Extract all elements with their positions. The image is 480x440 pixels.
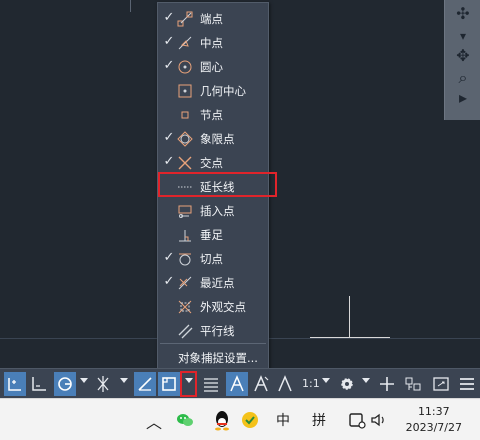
check-icon: ✓ — [163, 154, 175, 169]
snap-menu-item[interactable]: ✓ 象限点 — [158, 127, 270, 151]
windows-taskbar: ︿ 中 拼 11:37 2023/7/27 — [0, 398, 480, 440]
fullscreen-button[interactable] — [430, 372, 452, 396]
insertion-icon — [177, 203, 193, 219]
check-icon — [162, 298, 176, 314]
show-hidden-icons-chevron[interactable]: ︿ — [146, 409, 162, 433]
object-snap-button[interactable] — [158, 372, 180, 396]
snap-menu-item[interactable]: 外观交点 — [158, 295, 270, 319]
intersection-icon — [177, 155, 193, 171]
check-icon: ✓ — [163, 34, 175, 49]
snap-menu-item[interactable]: 几何中心 — [158, 79, 270, 103]
annotation-monitor-button[interactable] — [226, 372, 248, 396]
highlight-extension-item — [158, 172, 277, 197]
model-grid-button[interactable] — [4, 372, 26, 396]
snap-menu-item-label: 垂足 — [200, 228, 223, 242]
annotation-plus-button[interactable] — [376, 372, 398, 396]
security-app-icon[interactable] — [240, 410, 260, 430]
ime-pinyin-indicator[interactable]: 拼 — [312, 410, 326, 430]
zoom-icon[interactable]: ⌕ — [452, 68, 474, 88]
clock-time: 11:37 — [417, 405, 450, 418]
snap-menu-item[interactable]: 节点 — [158, 103, 270, 127]
isometric-button[interactable] — [92, 372, 114, 396]
center-icon — [177, 59, 193, 75]
snap-menu-item-label: 最近点 — [200, 276, 235, 290]
snap-menu-item[interactable]: 平行线 — [158, 319, 270, 343]
compass-icon[interactable]: ✣ — [452, 4, 474, 24]
snap-menu-item-label: 中点 — [200, 36, 223, 50]
workspace-button[interactable] — [336, 372, 358, 396]
snap-menu-item[interactable]: ✓ 切点 — [158, 247, 270, 271]
parallel-icon — [177, 323, 193, 339]
volume-icon[interactable] — [370, 412, 388, 428]
snap-menu-item-label: 切点 — [200, 252, 223, 266]
snap-menu-item-label: 平行线 — [200, 324, 235, 338]
isolate-objects-button[interactable] — [402, 372, 424, 396]
check-icon: ✓ — [163, 274, 175, 289]
tangent-icon — [177, 251, 193, 267]
clock-date: 2023/7/27 — [405, 421, 462, 434]
customization-menu-button[interactable] — [456, 372, 478, 396]
snap-menu-item-label: 外观交点 — [200, 300, 246, 314]
snap-menu-item[interactable]: ✓ 最近点 — [158, 271, 270, 295]
node-icon — [177, 107, 193, 123]
object-snap-settings-label: 对象捕捉设置... — [178, 351, 258, 365]
workspace-dropdown[interactable] — [362, 378, 370, 383]
ime-chinese-indicator[interactable]: 中 — [276, 410, 290, 430]
pan-arrow-icon[interactable]: ▾ — [452, 26, 474, 46]
quadrant-icon — [177, 131, 193, 147]
snap-menu-item-label: 圆心 — [200, 60, 223, 74]
nearest-icon — [177, 275, 193, 291]
check-icon: ✓ — [163, 130, 175, 145]
snap-menu-item-label: 交点 — [200, 156, 223, 170]
navigation-bar[interactable]: ✣ ▾ ✥ ⌕ ▸ — [444, 0, 480, 120]
snap-menu-item[interactable]: ✓ 端点 — [158, 7, 270, 31]
perpendicular-icon — [177, 227, 193, 243]
check-icon — [162, 106, 176, 122]
annotation-scale-label[interactable]: 1:1 — [302, 377, 320, 390]
geometric-center-icon — [177, 83, 193, 99]
steering-wheel-icon[interactable]: ✥ — [452, 46, 474, 66]
wechat-icon[interactable] — [176, 411, 194, 429]
crosshair-horizontal — [310, 337, 390, 338]
snap-menu-item-label: 几何中心 — [200, 84, 246, 98]
crosshair-vertical — [349, 296, 350, 338]
auto-scale-button[interactable] — [274, 372, 296, 396]
axis-line — [130, 0, 131, 12]
notification-icon[interactable] — [348, 411, 366, 429]
annotation-scale-dropdown[interactable] — [322, 378, 330, 383]
check-icon: ✓ — [163, 10, 175, 25]
snap-menu-item-label: 插入点 — [200, 204, 235, 218]
check-icon — [162, 202, 176, 218]
annotation-visibility-button[interactable] — [250, 372, 272, 396]
snap-mode-button[interactable] — [28, 372, 50, 396]
apparent-intersection-icon — [177, 299, 193, 315]
check-icon — [162, 322, 176, 338]
snap-menu-item-label: 节点 — [200, 108, 223, 122]
osnap-tracking-button[interactable] — [134, 372, 156, 396]
check-icon: ✓ — [163, 250, 175, 265]
midpoint-icon — [177, 35, 193, 51]
snap-menu-item-label: 端点 — [200, 12, 223, 26]
dynamic-input-button[interactable] — [54, 372, 76, 396]
dynamic-input-dropdown[interactable] — [80, 378, 88, 383]
snap-menu-item[interactable]: 插入点 — [158, 199, 270, 223]
menu-separator — [160, 343, 266, 344]
snap-menu-item[interactable]: 垂足 — [158, 223, 270, 247]
check-icon — [162, 226, 176, 242]
status-bar: 1:1 — [0, 368, 480, 398]
check-icon — [162, 82, 176, 98]
snap-menu-item-label: 象限点 — [200, 132, 235, 146]
snap-menu-item[interactable]: ✓ 中点 — [158, 31, 270, 55]
check-icon: ✓ — [163, 58, 175, 73]
orbit-icon[interactable]: ▸ — [452, 88, 474, 108]
endpoint-icon — [177, 11, 193, 27]
qq-icon[interactable] — [212, 409, 232, 431]
snap-menu-item[interactable]: ✓ 圆心 — [158, 55, 270, 79]
taskbar-clock[interactable]: 11:37 2023/7/27 — [406, 404, 462, 436]
isometric-dropdown[interactable] — [120, 378, 128, 383]
lineweight-button[interactable] — [200, 372, 222, 396]
highlight-snap-dropdown — [180, 371, 197, 397]
